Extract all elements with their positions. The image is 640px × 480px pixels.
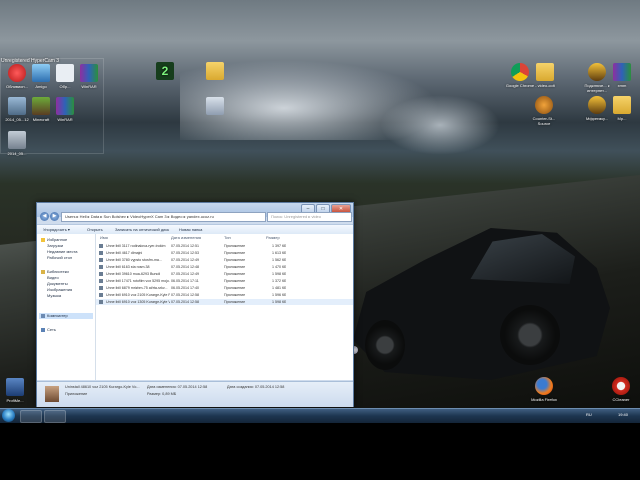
- winrar-icon: [80, 64, 98, 82]
- image-icon: [8, 131, 26, 149]
- navigation-pane: Избранное Загрузки Недавние места Рабочи…: [37, 234, 96, 380]
- column-header-date[interactable]: Дата изменения: [171, 235, 201, 241]
- file-row[interactable]: Unne ibill 4617 dlmajni 07.05.2014 12:53…: [96, 250, 353, 256]
- desktop-icon[interactable]: ProfiMe...: [0, 378, 30, 403]
- wallpaper-car-wheel: [365, 320, 405, 370]
- desktop-icon[interactable]: [200, 97, 230, 117]
- file-icon: [99, 279, 103, 283]
- file-icon: [99, 258, 103, 262]
- file-row[interactable]: Unne ibill 6910 voz 2105 Kurarge-Kyle Fi…: [96, 292, 353, 298]
- desktop-icon[interactable]: WinRAR: [50, 97, 80, 122]
- desktop-icon[interactable]: Мфрегмку...: [582, 96, 612, 121]
- computer-icon: [41, 313, 45, 318]
- new-folder-button[interactable]: Новая папка: [179, 226, 202, 233]
- file-row[interactable]: Unne ibill 39610 mua-6293 Bursdi 07.05.2…: [96, 271, 353, 277]
- firefox-icon: [535, 377, 553, 395]
- details-pane: Uninstall 48610 voz 2105 Kurargo-Kyle Vo…: [37, 381, 353, 407]
- app-icon: 2: [156, 62, 174, 80]
- file-icon: [99, 244, 103, 248]
- search-input[interactable]: Поиск: Unregistered ▸ video: [267, 212, 352, 222]
- details-filename: Uninstall 48610 voz 2105 Kurargo-Kyle Vo…: [65, 385, 140, 389]
- taskbar: RU 19:40: [0, 408, 640, 423]
- folder-icon: [206, 62, 224, 80]
- file-thumbnail: [45, 386, 59, 402]
- file-list: Имя Дата изменения Тип Размер Unne ibill…: [96, 234, 353, 380]
- back-button[interactable]: ◀: [40, 212, 49, 221]
- details-created: Дата создания: 07.05.2014 12:58: [227, 385, 285, 389]
- app-icon: [32, 64, 50, 82]
- ccleaner-icon: [612, 377, 630, 395]
- details-modified: Дата изменения: 07.05.2014 12:58: [147, 385, 208, 389]
- letterbox-bottom: [0, 423, 640, 480]
- recycle-bin-icon: [206, 97, 224, 115]
- file-row-selected[interactable]: Unne ibill 6910 voz 1305 Kurarge-Kyle Vo…: [96, 299, 353, 305]
- taskbar-item-explorer[interactable]: [20, 410, 42, 423]
- image-icon: [8, 97, 26, 115]
- desktop-icon[interactable]: xmm: [607, 63, 637, 88]
- nav-computer[interactable]: Компьютер: [39, 313, 93, 319]
- details-type: Приложение: [65, 392, 88, 396]
- burn-button[interactable]: Записать на оптический диск: [115, 226, 169, 233]
- file-icon: [99, 265, 103, 269]
- app-icon: [588, 96, 606, 114]
- nav-desktop[interactable]: Рабочий стол: [47, 255, 72, 261]
- desktop-icon[interactable]: 2014_05...: [2, 131, 32, 156]
- file-row[interactable]: Unne ibill 6163 sta rosm.38 07.05.2014 1…: [96, 264, 353, 270]
- organize-button[interactable]: Упорядочить ▾: [43, 226, 70, 233]
- language-indicator[interactable]: RU: [586, 412, 592, 418]
- details-size: Размер: 0,89 МБ: [147, 392, 177, 396]
- folder-icon: [613, 96, 631, 114]
- file-icon: [99, 300, 103, 304]
- app-icon: [8, 64, 26, 82]
- library-icon: [41, 269, 45, 274]
- file-row[interactable]: Unne ibill 6879 mrizbm-75 at/rta-srkv...…: [96, 285, 353, 291]
- desktop-icon[interactable]: - video-colt: [530, 63, 560, 88]
- file-row[interactable]: Unne ibill 3117 rodinalova-ryer-trokim 0…: [96, 243, 353, 249]
- file-icon: [99, 251, 103, 255]
- start-button[interactable]: [2, 409, 15, 422]
- chrome-icon: [511, 63, 529, 81]
- wallpaper-clouds-right: [380, 95, 500, 155]
- desktop-icon-ccleaner[interactable]: CCleaner: [606, 377, 636, 402]
- winrar-icon: [56, 97, 74, 115]
- nav-music[interactable]: Музыка: [47, 293, 61, 299]
- desktop-icon[interactable]: [200, 62, 230, 82]
- network-icon: [588, 63, 606, 81]
- column-header-size[interactable]: Размер: [266, 235, 280, 241]
- document-icon: [56, 64, 74, 82]
- desktop-icon[interactable]: WinRAR: [74, 64, 104, 89]
- open-button[interactable]: Открыть: [87, 226, 103, 233]
- file-icon: [99, 286, 103, 290]
- minecraft-icon: [32, 97, 50, 115]
- file-row[interactable]: Unne ibill 17471 rotofilm vox 5295 mojo.…: [96, 278, 353, 284]
- column-header-type[interactable]: Тип: [224, 235, 231, 241]
- desktop-icon-firefox[interactable]: Mozilla Firefox: [529, 377, 559, 402]
- column-header-name[interactable]: Имя: [100, 235, 108, 241]
- file-row[interactable]: Unne ibill 3780 vypsto stosfm-ma... 07.0…: [96, 257, 353, 263]
- taskbar-item[interactable]: [44, 410, 66, 423]
- forward-button[interactable]: ▶: [50, 212, 59, 221]
- clock[interactable]: 19:40: [618, 412, 628, 418]
- file-icon: [99, 293, 103, 297]
- address-bar[interactable]: Users ▸ Hell ▸ Data ▸ Sun Bolshev ▸ Vide…: [61, 212, 266, 222]
- nav-network[interactable]: Сеть: [41, 327, 56, 333]
- wallpaper-car-wheel: [500, 305, 560, 365]
- counter-strike-icon: [535, 96, 553, 114]
- winrar-icon: [613, 63, 631, 81]
- desktop-icon[interactable]: Counter-St... Source: [529, 96, 559, 126]
- explorer-window[interactable]: – □ ✕ ◀ ▶ Users ▸ Hell ▸ Data ▸ Sun Bols…: [36, 202, 354, 407]
- folder-icon: [536, 63, 554, 81]
- star-icon: [41, 237, 45, 242]
- network-icon: [41, 327, 45, 332]
- desktop-icon[interactable]: 2: [150, 62, 180, 82]
- app-icon: [6, 378, 24, 396]
- file-icon: [99, 272, 103, 276]
